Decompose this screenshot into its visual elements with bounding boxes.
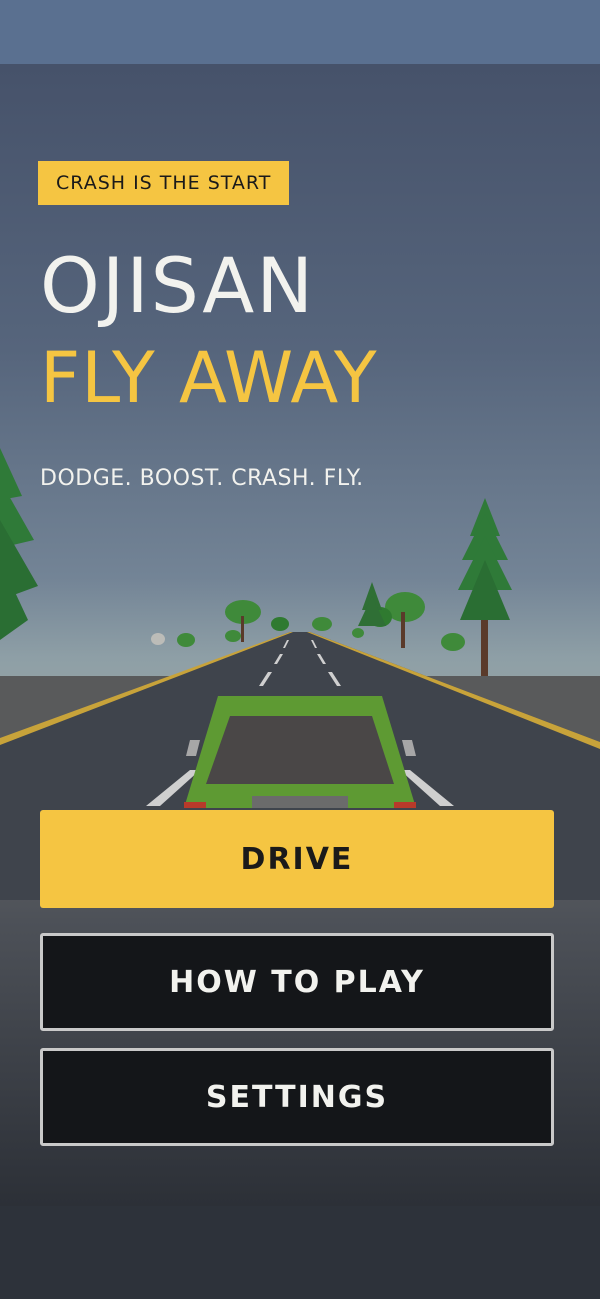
how-to-play-button[interactable]: HOW TO PLAY — [40, 933, 554, 1031]
pine-tree-right — [458, 498, 512, 676]
game-title-line2: FLY AWAY — [40, 337, 378, 419]
settings-button[interactable]: SETTINGS — [40, 1048, 554, 1146]
bottom-area — [0, 1206, 600, 1299]
drive-button[interactable]: DRIVE — [40, 810, 554, 908]
road-scene-illustration — [0, 448, 600, 900]
game-title-line1: OJISAN — [40, 241, 316, 330]
top-status-area — [0, 0, 600, 64]
player-car — [184, 696, 416, 808]
pine-tree-left — [0, 448, 38, 640]
game-scene: CRASH IS THE START OJISAN FLY AWAY DODGE… — [0, 64, 600, 1206]
tagline-badge: CRASH IS THE START — [38, 161, 290, 205]
game-subtitle: DODGE. BOOST. CRASH. FLY. — [40, 466, 364, 491]
